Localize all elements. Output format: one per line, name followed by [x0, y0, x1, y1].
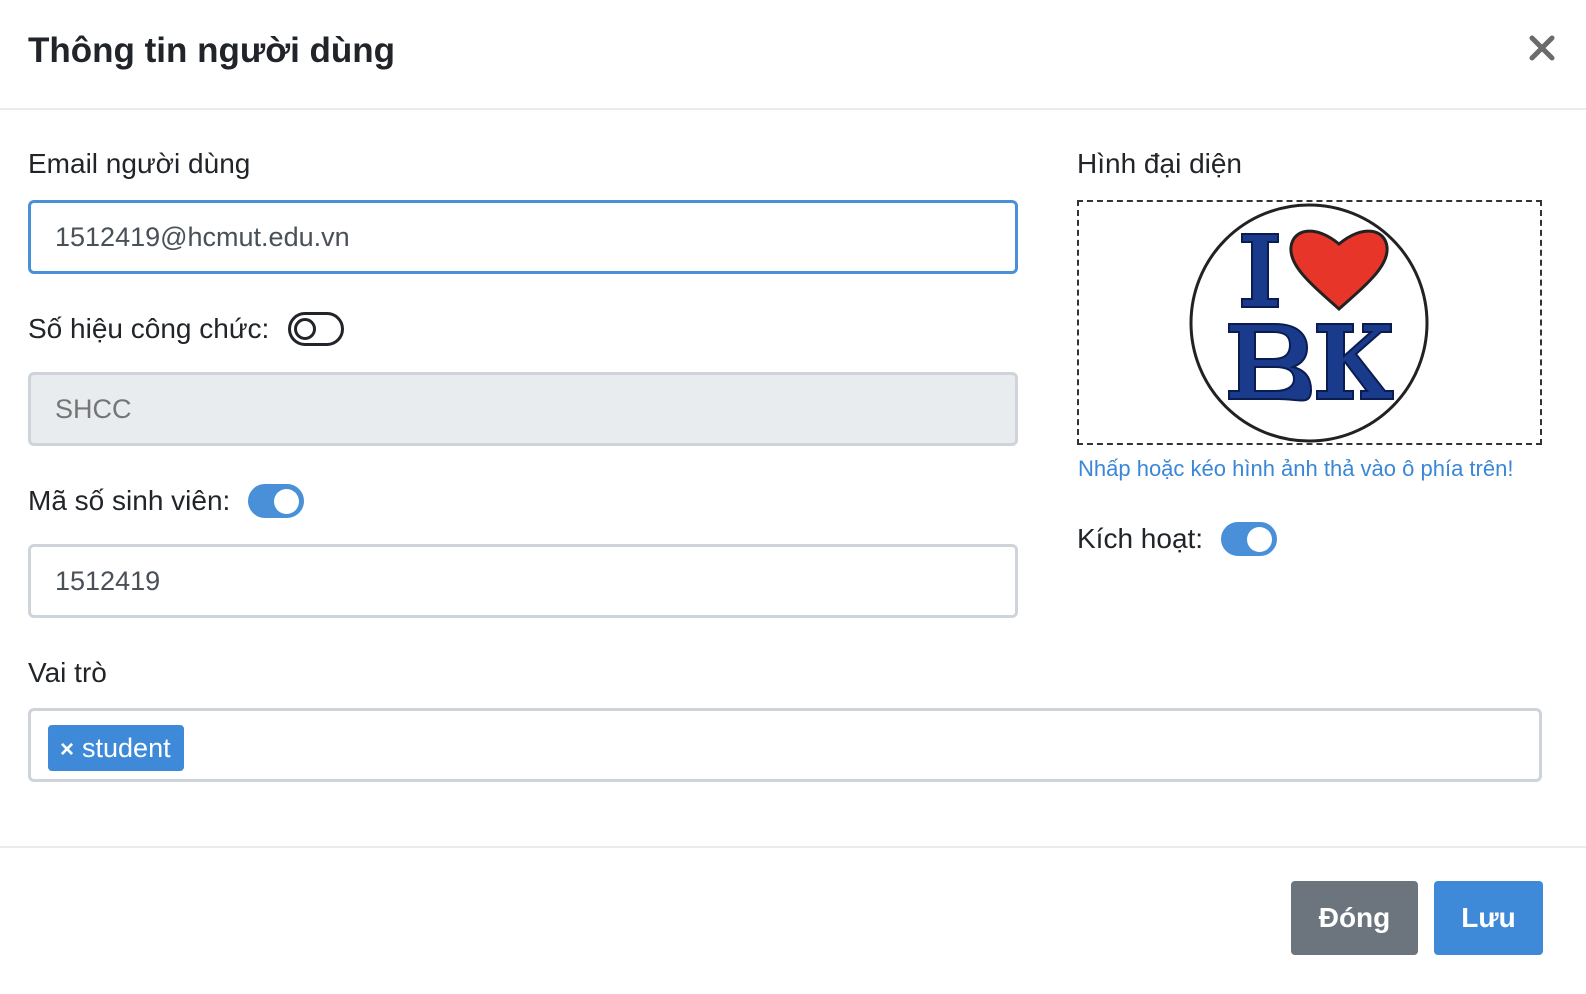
roles-select[interactable]: × student — [28, 708, 1542, 782]
close-modal-button[interactable]: Đóng — [1291, 881, 1418, 955]
modal-header: Thông tin người dùng — [0, 0, 1586, 110]
mssv-label: Mã số sinh viên: — [28, 485, 231, 516]
mssv-toggle[interactable] — [248, 484, 304, 518]
modal-footer: Đóng Lưu — [0, 846, 1586, 994]
close-icon — [1529, 35, 1555, 61]
roles-label: Vai trò — [28, 657, 107, 688]
toggle-knob — [1247, 527, 1272, 552]
avatar-image — [1189, 203, 1429, 443]
shcc-toggle[interactable] — [288, 312, 344, 346]
mssv-input[interactable] — [28, 544, 1018, 618]
shcc-label: Số hiệu công chức: — [28, 313, 270, 344]
user-info-modal: Thông tin người dùng Email người dùng Số… — [0, 0, 1586, 994]
role-tag-student: × student — [48, 725, 184, 771]
remove-role-button[interactable]: × — [60, 736, 74, 763]
avatar-dropzone[interactable] — [1077, 200, 1542, 445]
toggle-knob — [274, 489, 299, 514]
email-label: Email người dùng — [28, 148, 251, 179]
avatar-hint: Nhấp hoặc kéo hình ảnh thả vào ô phía tr… — [1078, 456, 1514, 481]
shcc-input[interactable] — [28, 372, 1018, 446]
email-input[interactable] — [28, 200, 1018, 274]
close-button[interactable] — [1524, 30, 1560, 66]
avatar-label: Hình đại diện — [1077, 148, 1243, 179]
save-button[interactable]: Lưu — [1434, 881, 1543, 955]
toggle-knob — [294, 318, 316, 340]
active-toggle[interactable] — [1221, 522, 1277, 556]
modal-title: Thông tin người dùng — [28, 31, 396, 70]
role-tag-label: student — [82, 733, 171, 763]
active-label: Kích hoạt: — [1077, 523, 1204, 554]
